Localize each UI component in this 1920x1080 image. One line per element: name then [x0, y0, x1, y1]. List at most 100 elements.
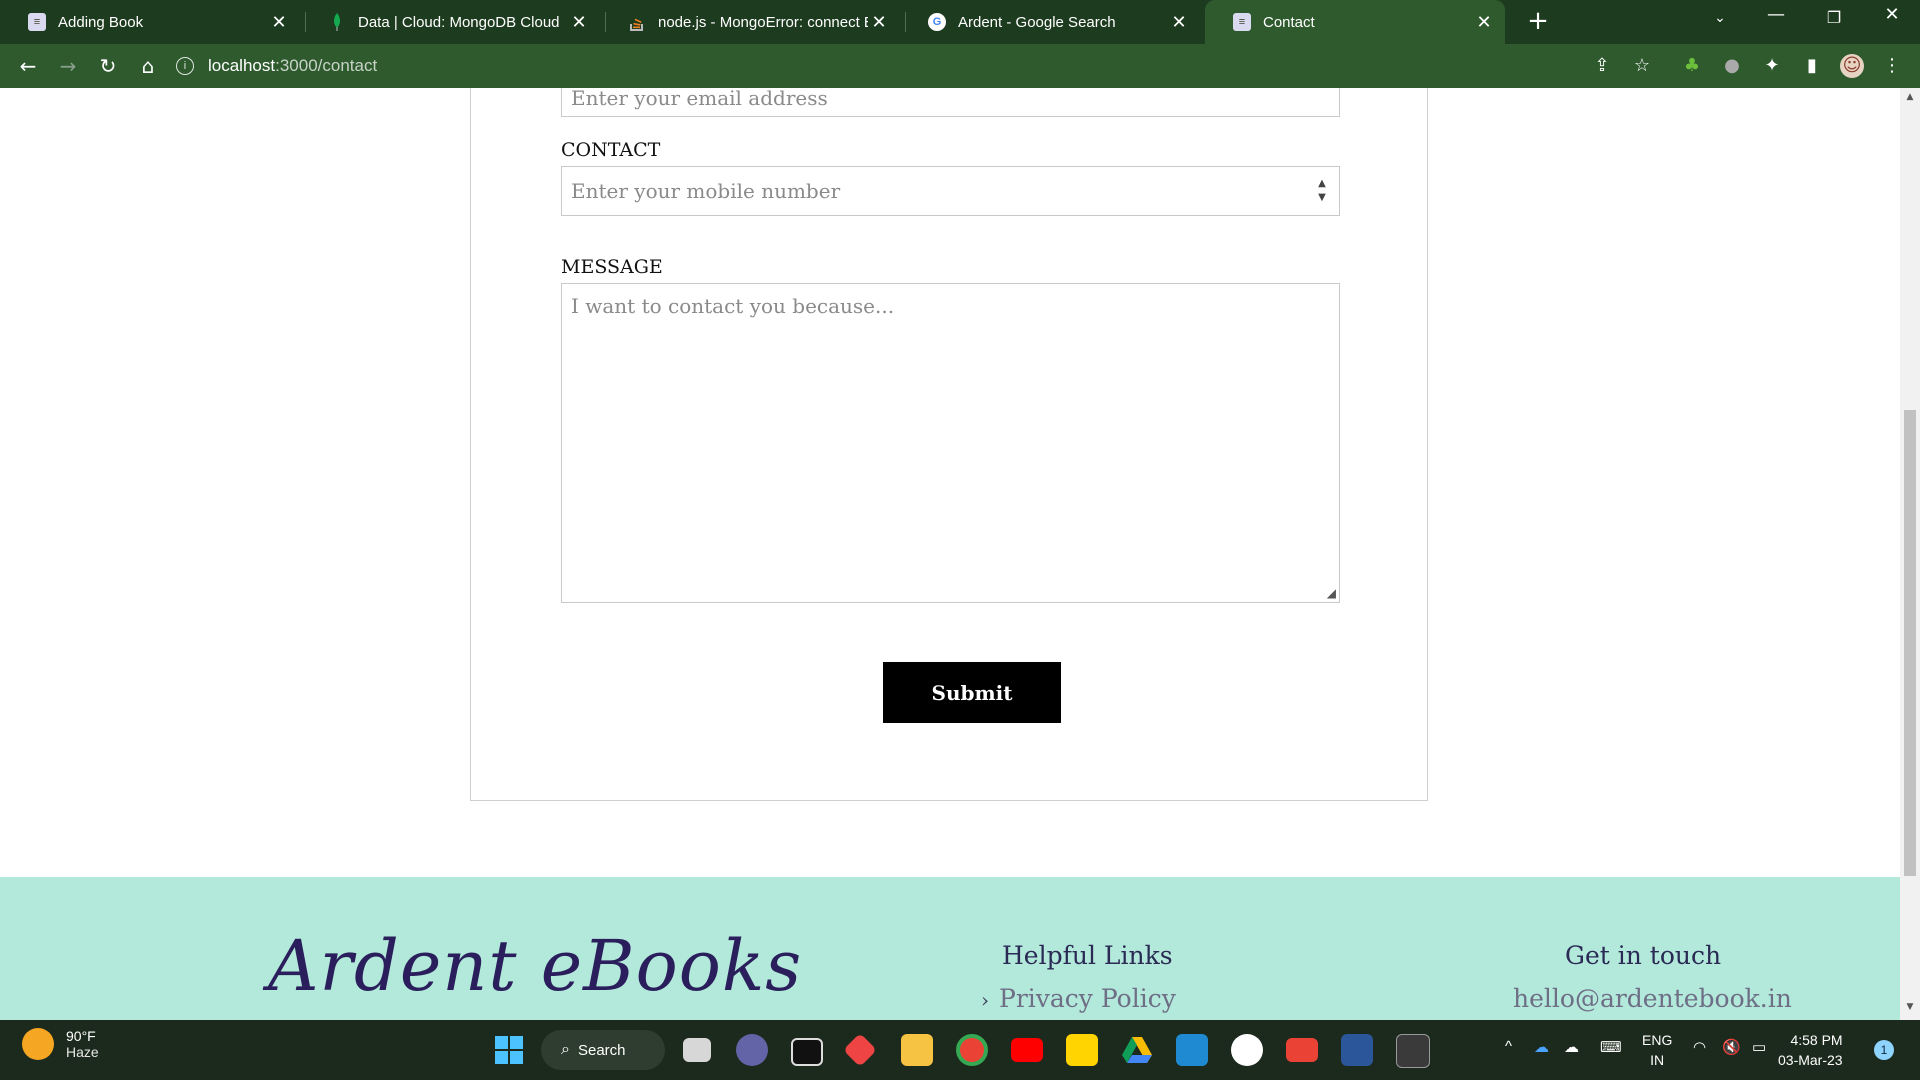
email-field[interactable]: Enter your email address	[561, 88, 1340, 117]
profile-avatar[interactable]: ☺	[1840, 54, 1864, 78]
site-footer: Ardent eBooks Helpful Links › Privacy Pol…	[0, 877, 1900, 1020]
youtube-icon[interactable]	[1011, 1038, 1043, 1062]
page-scrollbar[interactable]: ▲ ▼	[1900, 88, 1920, 1020]
message-textarea[interactable]: I want to contact you because... ◢	[561, 283, 1340, 603]
tab-adding-book[interactable]: ≡ Adding Book ✕	[0, 0, 300, 44]
books-icon: ≡	[1233, 13, 1251, 31]
address-bar[interactable]: i localhost:3000/contact	[176, 50, 1576, 82]
tab-title: Adding Book	[58, 13, 144, 31]
close-icon[interactable]: ✕	[268, 12, 290, 33]
wifi-icon[interactable]: ◠	[1693, 1038, 1706, 1056]
minimize-icon[interactable]: —	[1756, 4, 1796, 25]
tab-search-chevron-icon[interactable]: ⌄	[1700, 10, 1740, 26]
extension-icon[interactable]: ●	[1720, 54, 1744, 78]
back-arrow-icon[interactable]: ←	[14, 52, 42, 80]
word-icon[interactable]	[1341, 1034, 1373, 1066]
google-icon: G	[928, 13, 946, 31]
footer-brand-logo[interactable]: Ardent eBooks	[268, 925, 802, 1007]
close-icon[interactable]: ✕	[1168, 12, 1190, 33]
mongodb-leaf-icon	[328, 13, 346, 31]
scroll-up-arrow-icon[interactable]: ▲	[1900, 92, 1920, 102]
submit-button[interactable]: Submit	[883, 662, 1061, 723]
mongodb-compass-icon[interactable]	[1231, 1034, 1263, 1066]
mobile-number-field[interactable]: Enter your mobile number ▲ ▼	[561, 166, 1340, 216]
books-icon: ≡	[28, 13, 46, 31]
google-drive-icon[interactable]	[1121, 1034, 1153, 1066]
resize-handle-icon[interactable]: ◢	[1327, 586, 1336, 600]
page-viewport: Enter your email address CONTACT Enter y…	[0, 88, 1900, 1020]
git-diamond-icon[interactable]	[843, 1033, 877, 1067]
weather-widget[interactable]: 90°F Haze	[22, 1028, 99, 1060]
tab-google-search[interactable]: G Ardent - Google Search ✕	[900, 0, 1200, 44]
tab-title: Contact	[1263, 13, 1315, 31]
hazy-sun-icon	[22, 1028, 54, 1060]
windows-taskbar: 90°F Haze ⌕ Search ^ ☁ ☁ ⌨ ENG IN ◠ 🔇 ▭ 4…	[0, 1020, 1920, 1080]
tab-stackoverflow[interactable]: node.js - MongoError: connect EC ✕	[600, 0, 900, 44]
scrollbar-thumb[interactable]	[1904, 410, 1916, 876]
forward-arrow-icon[interactable]: →	[54, 52, 82, 80]
menu-kebab-icon[interactable]: ⋮	[1880, 54, 1904, 78]
restore-icon[interactable]: ❐	[1814, 8, 1854, 27]
privacy-policy-label: Privacy Policy	[999, 984, 1176, 1013]
new-tab-button[interactable]: +	[1522, 6, 1554, 36]
weather-condition: Haze	[66, 1044, 99, 1060]
close-icon[interactable]: ✕	[1473, 12, 1495, 33]
volume-muted-icon[interactable]: 🔇	[1722, 1038, 1741, 1056]
contact-email-link[interactable]: hello@ardentebook.in	[1513, 984, 1792, 1013]
battery-icon[interactable]: ▭	[1752, 1038, 1766, 1056]
teams-chat-icon[interactable]	[736, 1034, 768, 1066]
message-label: MESSAGE	[561, 256, 663, 278]
language-code: ENG	[1642, 1032, 1673, 1048]
clock-time: 4:58 PM	[1790, 1032, 1843, 1048]
puzzle-extensions-icon[interactable]: ✦	[1760, 54, 1784, 78]
contact-label: CONTACT	[561, 139, 661, 161]
site-info-icon[interactable]: i	[176, 57, 194, 75]
file-explorer-icon[interactable]	[901, 1034, 933, 1066]
reload-icon[interactable]: ↻	[94, 52, 122, 80]
weather-temp: 90°F	[66, 1028, 96, 1044]
vscode-icon[interactable]	[1176, 1034, 1208, 1066]
tree-extension-icon[interactable]: ♣	[1680, 54, 1704, 78]
onedrive-personal-icon[interactable]: ☁	[1564, 1038, 1579, 1056]
onedrive-icon[interactable]: ☁	[1534, 1038, 1549, 1056]
system-clock[interactable]: 4:58 PM 03-Mar-23	[1778, 1030, 1843, 1070]
side-panel-icon[interactable]: ▮	[1800, 54, 1824, 78]
bookmark-star-icon[interactable]: ☆	[1630, 54, 1654, 78]
tab-title: Ardent - Google Search	[958, 13, 1116, 31]
share-icon[interactable]: ⇪	[1590, 54, 1614, 78]
taskbar-search-button[interactable]: ⌕ Search	[541, 1030, 665, 1070]
home-icon[interactable]: ⌂	[134, 52, 162, 80]
keyboard-icon[interactable]: ⌨	[1600, 1038, 1622, 1056]
gmail-icon[interactable]	[1286, 1038, 1318, 1062]
taskbar-search-label: Search	[577, 1041, 626, 1059]
scroll-down-arrow-icon[interactable]: ▼	[1900, 1002, 1920, 1012]
window-close-icon[interactable]: ✕	[1872, 4, 1912, 25]
tab-contact[interactable]: ≡ Contact ✕	[1205, 0, 1505, 44]
close-icon[interactable]: ✕	[868, 12, 890, 33]
windows-start-icon[interactable]	[493, 1034, 525, 1066]
language-indicator[interactable]: ENG IN	[1642, 1030, 1672, 1070]
browser-tab-strip: ≡ Adding Book ✕ Data | Cloud: MongoDB Cl…	[0, 0, 1920, 44]
search-icon: ⌕	[561, 1041, 570, 1058]
url-host: localhost	[208, 56, 276, 75]
tab-title: node.js - MongoError: connect EC	[658, 13, 868, 31]
hidden-icons-chevron-icon[interactable]: ^	[1505, 1038, 1512, 1055]
number-stepper-icon[interactable]: ▲ ▼	[1315, 177, 1329, 205]
chrome-icon[interactable]	[956, 1034, 988, 1066]
helpful-links-heading: Helpful Links	[1002, 941, 1173, 970]
chevron-right-icon: ›	[981, 988, 989, 1012]
close-icon[interactable]: ✕	[568, 12, 590, 33]
terminal-window-icon[interactable]	[791, 1038, 823, 1066]
tab-title: Data | Cloud: MongoDB Cloud	[358, 13, 560, 31]
browser-toolbar: ← → ↻ ⌂ i localhost:3000/contact ⇪ ☆ ♣ ●…	[0, 44, 1920, 88]
clock-date: 03-Mar-23	[1778, 1052, 1843, 1068]
message-placeholder: I want to contact you because...	[571, 294, 895, 318]
command-prompt-icon[interactable]	[1396, 1034, 1430, 1068]
task-view-icon[interactable]	[683, 1038, 711, 1062]
privacy-policy-link[interactable]: › Privacy Policy	[981, 984, 1176, 1013]
tab-mongodb-cloud[interactable]: Data | Cloud: MongoDB Cloud ✕	[300, 0, 600, 44]
mobile-placeholder: Enter your mobile number	[571, 179, 841, 203]
url-path: :3000/contact	[275, 56, 378, 75]
sticky-notes-icon[interactable]	[1066, 1034, 1098, 1066]
notification-badge[interactable]: 1	[1874, 1040, 1894, 1060]
